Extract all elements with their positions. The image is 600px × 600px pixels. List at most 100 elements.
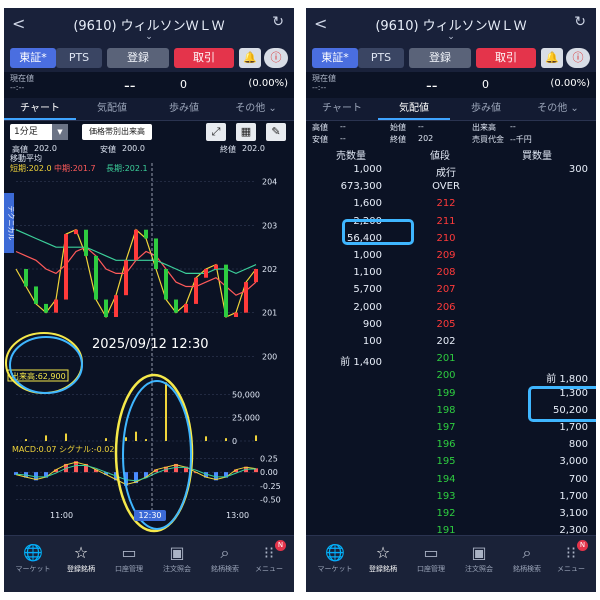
y-tick-label: 25,000	[232, 414, 260, 423]
stock-title[interactable]: (9610) ウィルソンＷＬＷ ⌄	[306, 15, 596, 42]
bottom-nav: 🌐 マーケット ☆ 登録銘柄 ▭ 口座管理 ▣ 注文照会 ⌕ 銘柄検索 ⁝⁝ メニュー N	[306, 535, 596, 592]
pts-button[interactable]: PTS	[56, 48, 102, 68]
nav-menu-label: メニュー	[255, 565, 283, 573]
ma-short: 短期:202.0	[10, 163, 52, 173]
candle	[254, 269, 258, 283]
tab-bar: チャート 気配値 歩み値 その他 ⌄	[306, 98, 596, 121]
candle	[34, 286, 38, 304]
volume-by-price-button[interactable]: 価格帯別出来高	[82, 124, 152, 140]
sell-qty: 1,000	[353, 250, 382, 261]
nav-orders-label: 注文照会	[163, 565, 191, 573]
book-row[interactable]: 193 1,700	[306, 489, 596, 506]
header-sell-qty: 売数量	[336, 151, 366, 162]
tab-ticks[interactable]: 歩み値	[148, 98, 220, 120]
price-level: 200	[436, 370, 456, 382]
nav-search-label: 銘柄検索	[513, 565, 541, 573]
book-row[interactable]: 1,600 212	[306, 196, 596, 213]
candle	[124, 260, 128, 296]
pen-icon[interactable]: ✎	[266, 123, 286, 141]
info-icon[interactable]: ⓘ	[264, 48, 288, 68]
grid-icon[interactable]: ▦	[236, 123, 256, 141]
stock-stats: 高値 -- 始値 -- 出来高 -- 安値 -- 終値 202 売買代金 --千…	[306, 120, 596, 146]
nav-search-label: 銘柄検索	[211, 565, 239, 573]
tab-ticks[interactable]: 歩み値	[450, 98, 522, 120]
sell-qty: 673,300	[340, 181, 382, 193]
candle	[194, 277, 198, 304]
candle	[144, 229, 148, 239]
expand-icon[interactable]: ⤢	[206, 123, 226, 141]
tab-quotes[interactable]: 気配値	[76, 98, 148, 120]
tosho-button[interactable]: 東証*	[312, 48, 358, 68]
price-chart[interactable]: 移動平均 短期:202.0 中期:201.7 長期:202.1 テクニカル 20…	[4, 153, 294, 533]
nav-menu[interactable]: ⁝⁝ メニュー N	[542, 540, 596, 574]
bell-icon[interactable]: 🔔	[541, 48, 563, 68]
quote-screen: < (9610) ウィルソンＷＬＷ ⌄ ↻ 東証* PTS 登録 取引 🔔 ⓘ …	[306, 8, 596, 592]
nav-menu[interactable]: ⁝⁝ メニュー N	[240, 540, 294, 574]
stat-low-value: --	[340, 134, 346, 143]
tab-other[interactable]: その他 ⌄	[522, 98, 594, 120]
book-row[interactable]: 1,000 成行 300	[306, 162, 596, 179]
low-value: 200.0	[122, 144, 145, 153]
volume-bar	[165, 382, 167, 441]
pts-button[interactable]: PTS	[358, 48, 404, 68]
book-row[interactable]: 前 1,400 201	[306, 351, 596, 368]
price-level: 212	[436, 198, 456, 210]
candle	[104, 299, 108, 317]
book-row[interactable]: 100 202	[306, 334, 596, 351]
tab-chart[interactable]: チャート	[4, 98, 76, 120]
candle	[54, 299, 58, 313]
book-row[interactable]: 200 前 1,800	[306, 368, 596, 385]
volume-bar	[25, 439, 27, 441]
register-button[interactable]: 登録	[107, 48, 169, 68]
interval-select[interactable]: 1分足 ▼	[10, 124, 68, 140]
bell-icon[interactable]: 🔔	[239, 48, 261, 68]
candle	[94, 255, 98, 300]
candle	[134, 229, 138, 261]
book-row[interactable]: 2,000 206	[306, 300, 596, 317]
book-row[interactable]: 195 3,000	[306, 454, 596, 471]
book-row[interactable]: 192 3,100	[306, 506, 596, 523]
price-level: 成行	[436, 168, 456, 179]
tab-other[interactable]: その他 ⌄	[220, 98, 292, 120]
sell-qty: 100	[362, 336, 382, 347]
refresh-icon[interactable]: ↻	[272, 14, 284, 30]
y-tick-label: 201	[262, 309, 277, 318]
sell-qty: 1,100	[353, 267, 382, 279]
y-tick-label: -0.25	[260, 482, 281, 491]
trade-button[interactable]: 取引	[476, 48, 536, 68]
candle	[64, 234, 68, 300]
stat-low-label: 安値	[312, 135, 328, 144]
price-level: 198	[436, 404, 456, 416]
candle	[184, 303, 188, 313]
nav-market-label: マーケット	[15, 565, 51, 573]
refresh-icon[interactable]: ↻	[574, 14, 586, 30]
book-row[interactable]: 673,300 OVER	[306, 179, 596, 196]
book-row[interactable]: 5,700 207	[306, 282, 596, 299]
volume-bar	[105, 438, 107, 441]
interval-value: 1分足	[14, 127, 38, 137]
chart-toolbar: 1分足 ▼ 価格帯別出来高 ⤢ ▦ ✎	[4, 121, 294, 143]
book-row[interactable]: 1,100 208	[306, 265, 596, 282]
tab-quotes[interactable]: 気配値	[378, 98, 450, 120]
book-row[interactable]: 197 1,700	[306, 420, 596, 437]
stock-title[interactable]: (9610) ウィルソンＷＬＷ ⌄	[4, 15, 294, 42]
stat-open-label: 始値	[390, 123, 406, 132]
sell-qty: 前 1,400	[340, 357, 382, 369]
nav-market-label: マーケット	[317, 565, 353, 573]
bottom-nav: 🌐 マーケット ☆ 登録銘柄 ▭ 口座管理 ▣ 注文照会 ⌕ 銘柄検索 ⁝⁝ メニュー N	[4, 535, 294, 592]
buy-qty: 3,100	[559, 508, 588, 519]
candle	[84, 229, 88, 256]
nav-menu-label: メニュー	[557, 565, 585, 573]
price-level: 196	[436, 439, 456, 451]
book-row[interactable]: 900 205	[306, 317, 596, 334]
trade-button[interactable]: 取引	[174, 48, 234, 68]
info-icon[interactable]: ⓘ	[566, 48, 590, 68]
tab-chart[interactable]: チャート	[306, 98, 378, 120]
book-row[interactable]: 194 700	[306, 472, 596, 489]
tosho-button[interactable]: 東証*	[10, 48, 56, 68]
book-row[interactable]: 1,000 209	[306, 248, 596, 265]
register-button[interactable]: 登録	[409, 48, 471, 68]
candle	[174, 299, 178, 313]
book-row[interactable]: 196 800	[306, 437, 596, 454]
stat-volume-value: --	[510, 122, 516, 131]
